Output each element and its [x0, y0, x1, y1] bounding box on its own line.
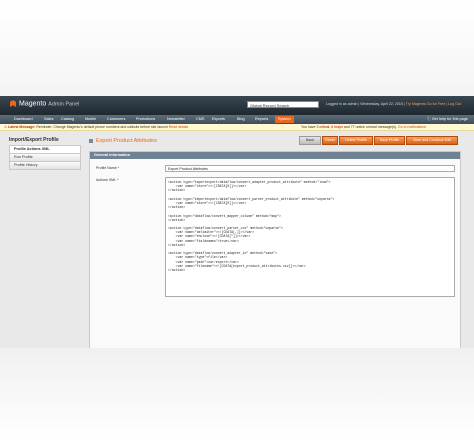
save-profile-button[interactable]: Save Profile — [374, 136, 405, 145]
global-search-input[interactable]: Global Record Search — [247, 101, 319, 108]
delete-profile-button[interactable]: Delete Profile — [339, 136, 373, 145]
logo-brand: Magento — [19, 100, 47, 108]
profile-icon — [89, 138, 93, 143]
nav-item-blog[interactable]: Blog — [237, 117, 245, 122]
logout-link[interactable]: | Log Out — [446, 102, 461, 106]
help-text: Get help for this page — [431, 117, 468, 121]
back-button[interactable]: Back — [299, 136, 321, 145]
nav-item-system[interactable]: System — [275, 116, 294, 123]
message-label: Latest Message: — [8, 125, 36, 129]
count-rest: and 77 notice unread message(s). — [343, 125, 398, 129]
login-info: Logged in as admin | Wednesday, April 22… — [326, 102, 461, 106]
system-message-bar: ⚠ Latest Message: Reminder: Change Magen… — [0, 124, 474, 131]
reset-button[interactable]: Reset — [322, 136, 338, 145]
profile-name-label: Profile Name * — [96, 166, 120, 170]
page-title: Export Product Attributes — [89, 137, 157, 145]
go-to-notifications-link[interactable]: Go to notifications — [398, 125, 426, 129]
general-information-fieldset: General Information Profile Name * Expor… — [89, 151, 461, 348]
bottom-backdrop — [0, 348, 474, 444]
actions-xml-label: Actions XML * — [96, 178, 119, 182]
nav-item-catalog[interactable]: Catalog — [61, 117, 74, 122]
magento-logo[interactable]: Magento Admin Panel — [10, 100, 79, 107]
help-icon: ⓘ — [426, 117, 431, 121]
nav-item-reports[interactable]: Reports — [255, 117, 268, 122]
tab-profile-history[interactable]: Profile History — [9, 162, 81, 170]
section-header: General Information — [90, 152, 460, 159]
critical-count[interactable]: 3 critical — [316, 125, 329, 129]
nav-item-sales[interactable]: Sales — [44, 117, 54, 122]
help-link[interactable]: ⓘ Get help for this page — [427, 117, 468, 122]
count-prefix: You have — [301, 125, 316, 129]
xml-line: </action> — [168, 267, 186, 272]
main-nav: Dashboard Sales Catalog Mobile Customers… — [0, 115, 474, 124]
top-backdrop — [0, 0, 474, 96]
nav-item-promotions[interactable]: Promotions — [136, 117, 155, 122]
admin-window: Magento Admin Panel Global Record Search… — [0, 96, 474, 348]
profile-name-input[interactable]: Export Product Attributes — [165, 165, 455, 172]
nav-item-cms[interactable]: CMS — [196, 117, 204, 122]
magento-logo-icon — [10, 100, 16, 107]
read-details-link[interactable]: Read details — [169, 125, 188, 129]
message-counts: You have 3 critical, 6 major and 77 noti… — [301, 125, 427, 129]
nav-item-mobile[interactable]: Mobile — [85, 117, 96, 122]
try-magento-link[interactable]: Try Magento Go for Free — [406, 102, 445, 106]
admin-header: Magento Admin Panel Global Record Search… — [0, 96, 474, 115]
logo-panel-text: Admin Panel — [48, 101, 80, 108]
page-title-text: Export Product Attributes — [96, 138, 157, 144]
nav-item-customers[interactable]: Customers — [107, 117, 125, 122]
tab-run-profile[interactable]: Run Profile — [9, 154, 81, 162]
message-text: Reminder: Change Magento's default phone… — [36, 125, 168, 129]
sidebar: Import/Export Profile Profile Actions XM… — [9, 136, 81, 170]
tab-profile-actions-xml[interactable]: Profile Actions XML — [9, 145, 81, 154]
login-text: Logged in as admin | Wednesday, April 22… — [326, 102, 405, 106]
nav-item-exports[interactable]: Exports — [212, 117, 225, 122]
nav-item-dashboard[interactable]: Dashboard — [14, 117, 33, 122]
sidebar-title: Import/Export Profile — [9, 137, 59, 143]
actions-xml-textarea[interactable]: <action type="importexport/dataflow/conv… — [165, 177, 455, 297]
major-count[interactable]: 6 major — [331, 125, 343, 129]
nav-item-newsletter[interactable]: Newsletter — [167, 117, 185, 122]
message-icon: ⚠ — [4, 125, 8, 129]
save-and-continue-button[interactable]: Save and Continue Edit — [406, 136, 458, 145]
